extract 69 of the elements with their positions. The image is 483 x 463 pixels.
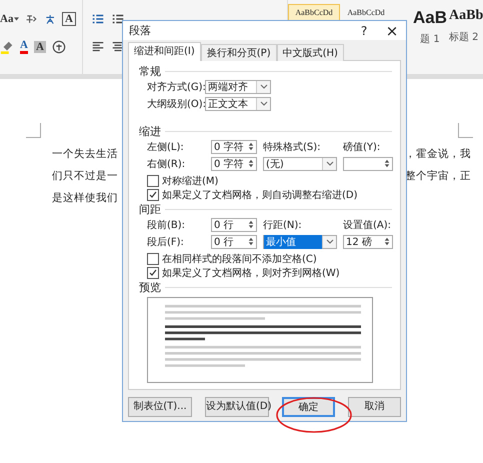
document-text: 一个失去生活: [52, 147, 118, 162]
tab[interactable]: 中文版式(H): [276, 44, 344, 61]
field-label: 段后(F):: [147, 236, 185, 248]
tab[interactable]: 缩进和间距(I): [128, 42, 201, 61]
line-spacing-dropdown[interactable]: 最小值: [263, 234, 337, 248]
caret-icon: [14, 17, 20, 21]
checkbox[interactable]: [147, 189, 159, 201]
document-text: 是这样使我们: [52, 191, 118, 206]
outline-level-dropdown[interactable]: 正文文本: [205, 96, 271, 110]
document-text: ，霍金说，我: [405, 147, 471, 162]
dialog-button[interactable]: 设为默认值(D): [205, 397, 269, 417]
character-icon[interactable]: [44, 12, 56, 26]
spin-arrows-icon[interactable]: [248, 159, 254, 168]
spin-arrows-icon[interactable]: [248, 237, 254, 246]
font-color-button[interactable]: A: [20, 40, 28, 54]
checkbox[interactable]: [147, 253, 159, 265]
checkbox-label: 如果定义了文档网格，则自动调整右缩进(D): [162, 188, 358, 202]
checkbox-label: 在相同样式的段落间不添加空格(C): [162, 252, 317, 266]
spin-arrows-icon[interactable]: [384, 159, 390, 168]
alignment-dropdown[interactable]: 两端对齐: [205, 80, 271, 94]
section-heading: 预览: [139, 280, 161, 294]
align-left-icon[interactable]: [91, 40, 105, 54]
field-label: 右侧(R):: [147, 158, 186, 170]
field-label: 特殊格式(S):: [263, 140, 322, 154]
numbering-icon[interactable]: [111, 12, 125, 26]
field-label: 大纲级别(O):: [147, 98, 205, 110]
spin-arrows-icon[interactable]: [248, 220, 254, 229]
space-before-spinner[interactable]: 0 行: [211, 218, 257, 232]
spin-arrows-icon[interactable]: [384, 237, 390, 246]
change-case-button[interactable]: Aa: [0, 13, 20, 25]
enclosed-character-icon[interactable]: [52, 40, 66, 54]
style-item[interactable]: AaBb 标题 2: [448, 4, 483, 50]
tab[interactable]: 换行和分页(P): [200, 44, 277, 61]
section-heading: 间距: [139, 202, 161, 216]
left-indent-spinner[interactable]: 0 字符: [211, 140, 257, 154]
field-label: 磅值(Y):: [343, 140, 382, 154]
checkbox[interactable]: [147, 175, 159, 187]
chevron-down-icon: [260, 84, 268, 89]
help-button[interactable]: ?: [350, 24, 378, 38]
chevron-down-icon: [326, 239, 334, 244]
field-label: 左侧(L):: [147, 140, 185, 154]
checkbox-label: 如果定义了文档网格，则对齐到网格(W): [162, 266, 340, 280]
field-label: 行距(N):: [263, 218, 303, 232]
field-label: 设置值(A):: [343, 218, 392, 232]
section-heading: 缩进: [139, 124, 161, 138]
document-text: 们只不过是一: [52, 169, 118, 184]
checkbox[interactable]: [147, 267, 159, 279]
special-indent-dropdown[interactable]: (无): [263, 156, 337, 170]
checkbox-label: 对称缩进(M): [162, 174, 218, 188]
style-item[interactable]: AaB 题 1: [412, 4, 448, 50]
dialog-button[interactable]: 取消: [348, 397, 401, 417]
dialog-button[interactable]: 确定: [282, 397, 335, 417]
spacing-value-spinner[interactable]: 12 磅: [343, 234, 393, 248]
section-heading: 常规: [139, 64, 161, 78]
right-indent-spinner[interactable]: 0 字符: [211, 156, 257, 170]
bullets-icon[interactable]: [91, 12, 105, 26]
chevron-down-icon: [326, 161, 334, 166]
close-button[interactable]: ×: [378, 24, 406, 38]
field-label: 对齐方式(G):: [147, 80, 205, 94]
field-label: 段前(B):: [147, 218, 186, 232]
highlighter-icon[interactable]: [0, 40, 14, 54]
dialog-button[interactable]: 制表位(T)...: [128, 397, 192, 417]
space-after-spinner[interactable]: 0 行: [211, 234, 257, 248]
spin-arrows-icon[interactable]: [248, 142, 254, 151]
chevron-down-icon: [260, 101, 268, 106]
character-border-button[interactable]: A: [62, 12, 76, 26]
dialog-title: 段落: [129, 23, 152, 38]
align-center-icon[interactable]: [111, 40, 125, 54]
character-shading-button[interactable]: A: [34, 41, 46, 53]
